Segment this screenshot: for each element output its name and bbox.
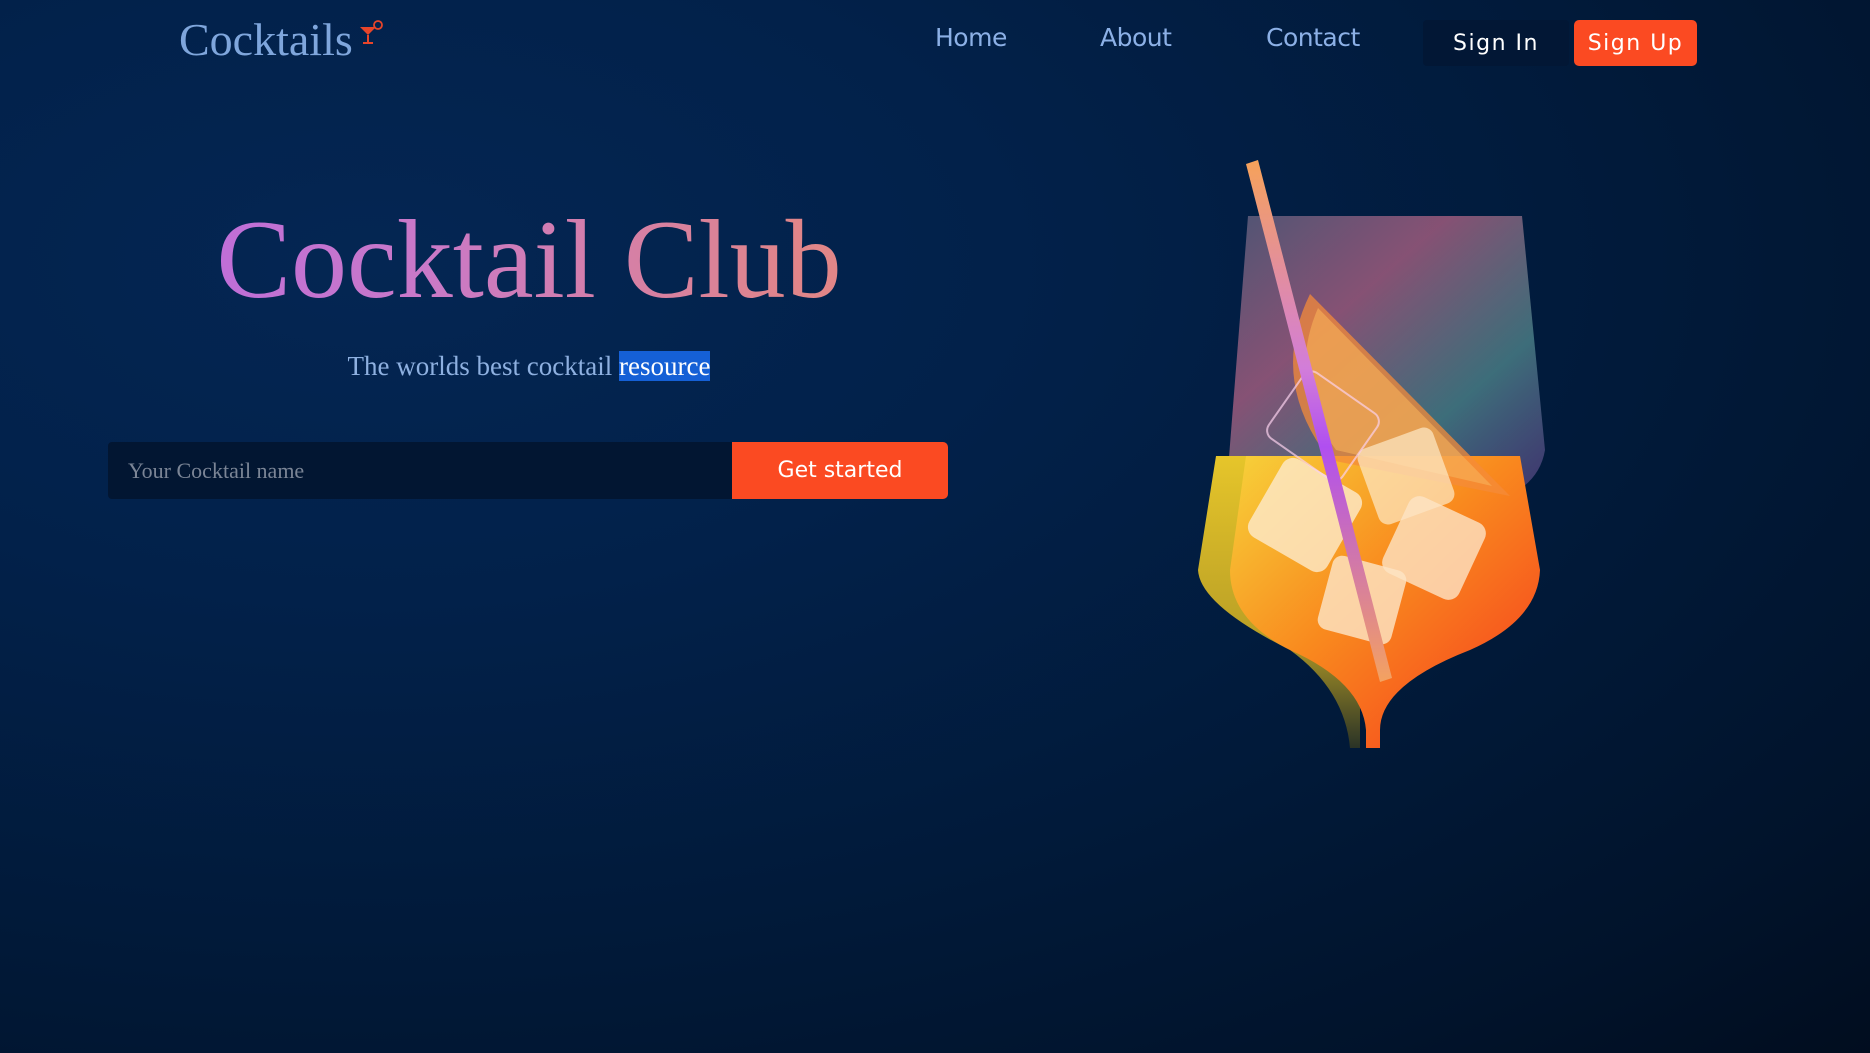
nav-about-link[interactable]: About bbox=[1100, 22, 1172, 54]
sign-up-button[interactable]: Sign Up bbox=[1574, 20, 1697, 66]
sign-in-button[interactable]: Sign In bbox=[1423, 20, 1569, 66]
nav-contact-link[interactable]: Contact bbox=[1266, 22, 1360, 54]
hero-subtitle-text: The worlds best cocktail bbox=[347, 351, 619, 381]
hero-subtitle: The worlds best cocktail resource bbox=[0, 346, 1058, 386]
cocktail-name-input[interactable] bbox=[108, 442, 732, 499]
cocktail-search-form: Get started bbox=[108, 442, 948, 499]
hero-subtitle-selected-text: resource bbox=[618, 351, 711, 381]
logo[interactable]: Cocktails bbox=[179, 14, 385, 66]
logo-text: Cocktails bbox=[179, 14, 353, 65]
cocktail-glass-illustration bbox=[1198, 160, 1545, 748]
hero-title: Cocktail Club bbox=[0, 196, 1058, 324]
martini-glass-icon bbox=[359, 20, 383, 44]
nav-home-link[interactable]: Home bbox=[935, 22, 1007, 54]
get-started-button[interactable]: Get started bbox=[732, 442, 948, 499]
